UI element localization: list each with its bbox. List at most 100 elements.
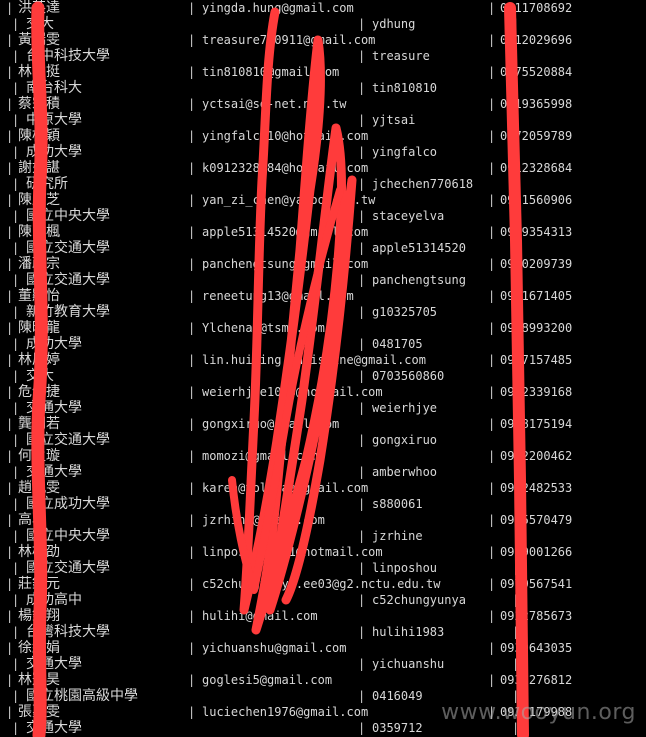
column-separator: | (6, 385, 14, 399)
column-separator: | (6, 289, 14, 303)
column-separator: | (6, 481, 14, 495)
column-separator: | (188, 705, 196, 719)
name-cell: 林柏劭 (18, 544, 60, 560)
phone-cell: 0911671405 (500, 289, 573, 303)
column-separator: | (6, 673, 14, 687)
record-line-1: | 趙珮雯 | karen@yolahaa@gmail.com | 0922482533 (0, 480, 646, 496)
record-line-2: | 國立交通大學 | apple51314520 | (0, 240, 646, 256)
column-separator: | (358, 145, 366, 159)
record-line-1: | 蔡宗積 | yctsai@so-net.net.tw | 0919365998 (0, 96, 646, 112)
username-cell: gongxiruo (372, 433, 438, 447)
record-line-1: | 龔栩若 | gongxiruo@gmail.com | 0988175194 (0, 416, 646, 432)
school-cell: 國立交通大學 (26, 560, 110, 576)
school-cell: 中原大學 (26, 112, 82, 128)
column-separator: | (6, 545, 14, 559)
username-cell: c52chungyunya (372, 593, 466, 607)
record-line-2: | 成功大學 | yingfalco | (0, 144, 646, 160)
email-cell: yingfalco10@hotmail.com (202, 129, 369, 143)
column-separator: | (188, 129, 196, 143)
username-cell: ydhung (372, 17, 416, 31)
name-cell: 林鳳婷 (18, 352, 60, 368)
column-separator: | (358, 593, 366, 607)
school-cell: 國立交通大學 (26, 272, 110, 288)
school-cell: 交通大學 (26, 720, 82, 736)
phone-cell: 0975520884 (500, 65, 573, 79)
school-cell: 國立交通大學 (26, 432, 110, 448)
email-cell: tin810810@gmail.com (202, 65, 340, 79)
email-cell: apple51314520@gmail.com (202, 225, 369, 239)
username-cell: panchengtsung (372, 273, 466, 287)
record-line-2: | 成功大學 | 0481705 | (0, 336, 646, 352)
column-separator: | (6, 1, 14, 15)
school-cell: 交通大學 (26, 400, 82, 416)
username-cell: yjtsai (372, 113, 416, 127)
table-row: | 林才挺 | tin810810@gmail.com | 0975520884 | 南台科大… (0, 64, 646, 96)
table-row: | 危俊捷 | weierhjye1003@hotmail.com | 097233916… (0, 384, 646, 416)
record-line-1: | 洪英達 | yingda.hung@gmail.com | 0911708692 (0, 0, 646, 16)
column-separator: | (512, 465, 520, 479)
column-separator: | (488, 353, 496, 367)
phone-cell: 0930209739 (500, 257, 573, 271)
column-separator: | (6, 33, 14, 47)
column-separator: | (488, 225, 496, 239)
table-row: | 林柏劭 | linposhou1991@hotmail.com | 093900126… (0, 544, 646, 576)
phone-cell: 0905570479 (500, 513, 573, 527)
name-cell: 潘政宗 (18, 256, 60, 272)
column-separator: | (12, 529, 20, 543)
record-line-1: | 陳映龍 | Ylchenap@tsmc.com | 0988993200 (0, 320, 646, 336)
column-separator: | (188, 161, 196, 175)
school-cell: 台中科技大學 (26, 48, 110, 64)
column-separator: | (6, 129, 14, 143)
column-separator: | (188, 673, 196, 687)
username-cell: yichuanshu (372, 657, 445, 671)
email-cell: yan_zi_chen@yahoo.com.tw (202, 193, 376, 207)
record-line-2: | 南台科大 | tin810810 | (0, 80, 646, 96)
email-cell: yctsai@so-net.net.tw (202, 97, 347, 111)
name-cell: 林才挺 (18, 64, 60, 80)
table-row: | 陳咏楓 | apple51314520@gmail.com | 0909354313 |… (0, 224, 646, 256)
email-cell: jzrhine@gmail.com (202, 513, 325, 527)
email-cell: karen@yolahaa@gmail.com (202, 481, 369, 495)
record-line-2: | 交通大學 | weierhjye | (0, 400, 646, 416)
record-line-1: | 何孟璇 | momozi@gmail.com | 0922200462 (0, 448, 646, 464)
column-separator: | (188, 1, 196, 15)
username-cell: 0481705 (372, 337, 423, 351)
column-separator: | (488, 97, 496, 111)
record-line-1: | 林鳳婷 | lin.huiting.christine@gmail.com | 093… (0, 352, 646, 368)
column-separator: | (6, 449, 14, 463)
school-cell: 國立中央大學 (26, 528, 110, 544)
name-cell: 徐綺娟 (18, 640, 60, 656)
column-separator: | (358, 81, 366, 95)
username-cell: amberwhoo (372, 465, 438, 479)
table-row: | 洪英達 | yingda.hung@gmail.com | 0911708692 | 交大… (0, 0, 646, 32)
column-separator: | (488, 65, 496, 79)
column-separator: | (12, 17, 20, 31)
school-cell: 交大 (26, 16, 54, 32)
column-separator: | (188, 97, 196, 111)
username-cell: 0703560860 (372, 369, 445, 383)
email-cell: treasure750911@gmail.com (202, 33, 376, 47)
column-separator: | (12, 369, 20, 383)
column-separator: | (358, 529, 366, 543)
name-cell: 張嘉雯 (18, 704, 60, 720)
email-cell: panchengtsung@gmail.com (202, 257, 369, 271)
column-separator: | (6, 193, 14, 207)
column-separator: | (12, 721, 20, 735)
email-cell: luciechen1976@gmail.com (202, 705, 369, 719)
column-separator: | (358, 657, 366, 671)
record-line-1: | 謝如諶 | k0912328684@hotmail.com | 0912328684 (0, 160, 646, 176)
record-line-1: | 陳彥芝 | yan_zi_chen@yahoo.com.tw | 0931560906 (0, 192, 646, 208)
table-row: | 陳彥芝 | yan_zi_chen@yahoo.com.tw | 0931560906… (0, 192, 646, 224)
column-separator: | (12, 465, 20, 479)
column-separator: | (488, 481, 496, 495)
column-separator: | (358, 17, 366, 31)
record-line-2: | 國立中央大學 | staceyelva | (0, 208, 646, 224)
column-separator: | (488, 321, 496, 335)
column-separator: | (488, 609, 496, 623)
column-separator: | (488, 33, 496, 47)
record-line-1: | 莊鈞元 | c52chungyunya.ee03@g2.nctu.edu.tw | 0… (0, 576, 646, 592)
column-separator: | (6, 705, 14, 719)
column-separator: | (188, 513, 196, 527)
column-separator: | (358, 305, 366, 319)
school-cell: 國立中央大學 (26, 208, 110, 224)
